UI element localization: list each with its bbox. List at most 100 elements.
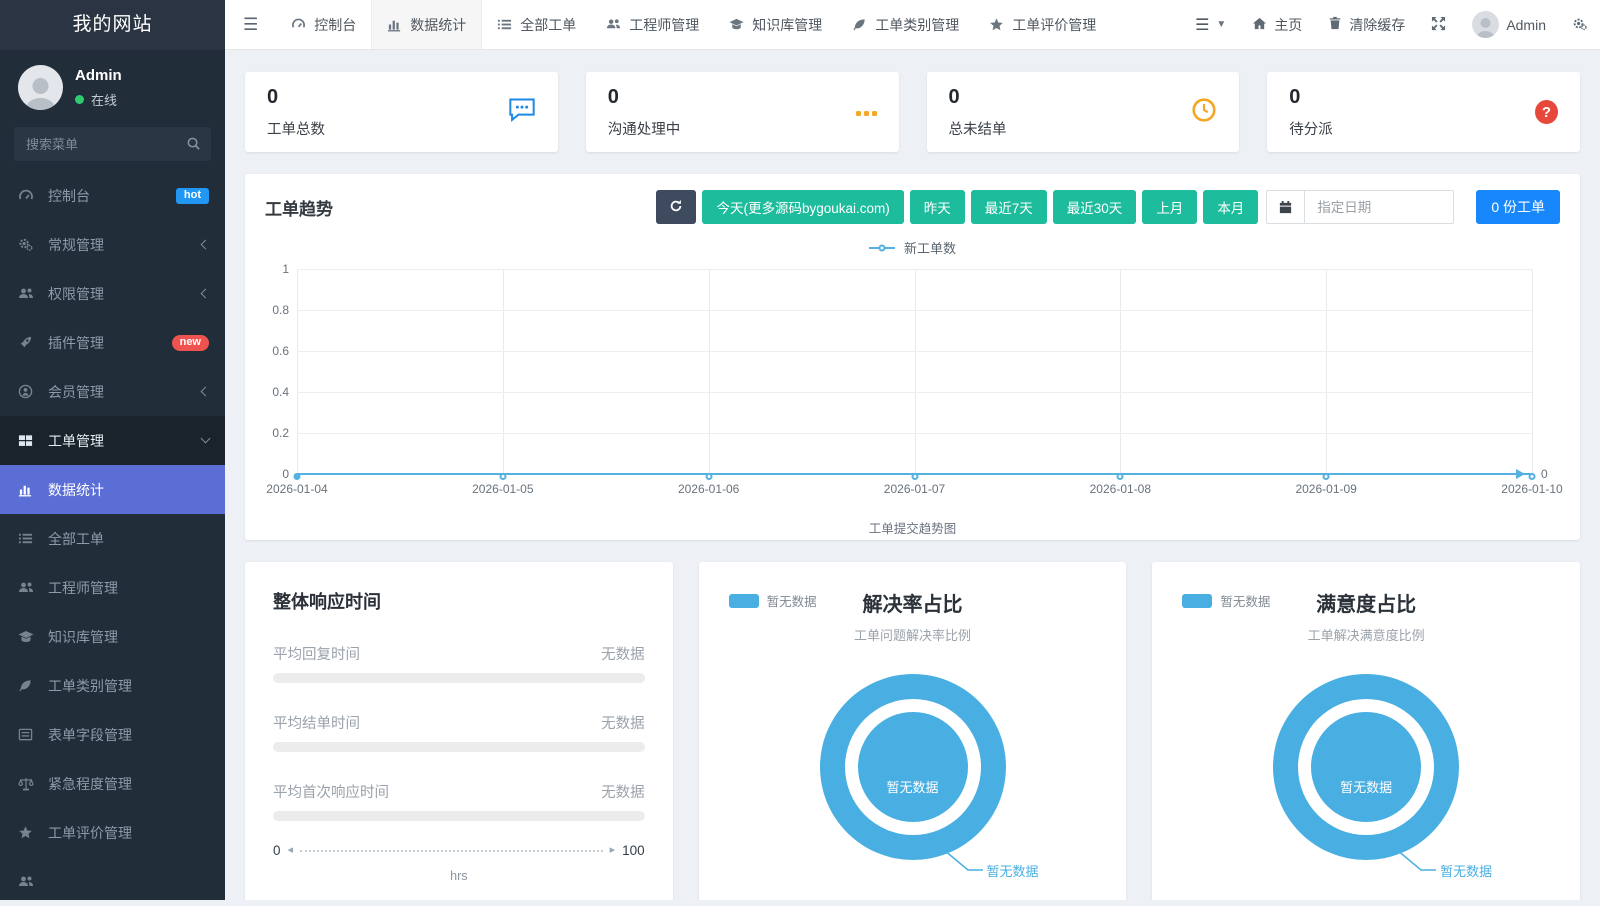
donut-legend[interactable]: 暂无数据: [729, 591, 817, 610]
settings-button[interactable]: [1559, 0, 1600, 49]
stat-card-processing[interactable]: 0 沟通处理中: [586, 72, 899, 152]
search-icon[interactable]: [186, 136, 201, 156]
user-menu[interactable]: Admin: [1459, 0, 1559, 49]
metric-value: 无数据: [601, 643, 645, 664]
data-point-marker[interactable]: [294, 473, 301, 480]
range-30days-button[interactable]: 最近30天: [1053, 190, 1137, 224]
bar-chart-icon: [387, 17, 402, 32]
data-point-marker[interactable]: [1529, 473, 1536, 480]
search-input[interactable]: [14, 127, 211, 161]
callout-line: [1273, 674, 1459, 884]
sidebar-subitem-statistics[interactable]: 数据统计: [0, 465, 225, 514]
stat-label: 沟通处理中: [608, 118, 681, 139]
tab-console[interactable]: 控制台: [276, 0, 371, 49]
sidebar-subitem-partial[interactable]: [0, 857, 225, 906]
list-icon: [497, 17, 512, 32]
tachometer-icon: [291, 17, 306, 32]
hamburger-icon[interactable]: ☰: [225, 0, 276, 49]
tab-reviews[interactable]: 工单评价管理: [974, 0, 1111, 49]
range-slider[interactable]: 0 ◂ ▸ 100: [273, 843, 645, 858]
sidebar-subitem-reviews[interactable]: 工单评价管理: [0, 808, 225, 857]
sidebar-item-general[interactable]: 常规管理: [0, 220, 225, 269]
date-input[interactable]: [1305, 191, 1453, 223]
sidebar-item-console[interactable]: 控制台 hot: [0, 171, 225, 220]
clear-cache-button[interactable]: 清除缓存: [1315, 0, 1418, 49]
avatar: [1472, 11, 1499, 38]
home-link[interactable]: 主页: [1239, 0, 1315, 49]
slider-left-arrow-icon[interactable]: ◂: [288, 845, 294, 856]
tachometer-icon: [16, 188, 35, 204]
data-point-marker[interactable]: [911, 473, 918, 480]
sidebar-item-permissions[interactable]: 权限管理: [0, 269, 225, 318]
range-thismonth-button[interactable]: 本月: [1203, 190, 1258, 224]
stat-value: 0: [267, 86, 325, 109]
tab-statistics[interactable]: 数据统计: [371, 0, 482, 49]
callout-label: 暂无数据: [987, 861, 1039, 880]
donut-chart[interactable]: 暂无数据 暂无数据: [1273, 674, 1459, 860]
tab-categories[interactable]: 工单类别管理: [837, 0, 974, 49]
sidebar-subitem-all-orders[interactable]: 全部工单: [0, 514, 225, 563]
refresh-button[interactable]: [656, 190, 696, 224]
stat-label: 总未结单: [949, 118, 1007, 139]
slider-right-arrow-icon[interactable]: ▸: [610, 845, 616, 856]
user-status: 在线: [91, 90, 117, 109]
end-value-label: 0: [1541, 467, 1548, 481]
tab-engineers[interactable]: 工程师管理: [591, 0, 714, 49]
donut-chart[interactable]: 暂无数据 暂无数据: [820, 674, 1006, 860]
range-yesterday-button[interactable]: 昨天: [910, 190, 965, 224]
metric-row: 平均结单时间无数据: [273, 712, 645, 752]
range-7days-button[interactable]: 最近7天: [971, 190, 1047, 224]
chevron-left-icon: [201, 387, 211, 397]
stat-card-unresolved[interactable]: 0 总未结单: [927, 72, 1240, 152]
sidebar-item-plugins[interactable]: 插件管理 new: [0, 318, 225, 367]
caret-down-icon: ▼: [1216, 19, 1226, 30]
sidebar-subitem-engineers[interactable]: 工程师管理: [0, 563, 225, 612]
range-lastmonth-button[interactable]: 上月: [1142, 190, 1197, 224]
sidebar-item-members[interactable]: 会员管理: [0, 367, 225, 416]
data-point-marker[interactable]: [705, 473, 712, 480]
stat-card-pending[interactable]: 0 待分派 ?: [1267, 72, 1580, 152]
online-dot-icon: [75, 95, 84, 104]
data-point-marker[interactable]: [1323, 473, 1330, 480]
callout-line: [820, 674, 1006, 884]
brand-title[interactable]: 我的网站: [0, 0, 225, 50]
ellipsis-icon: [853, 103, 877, 121]
response-time-panel: 整体响应时间 平均回复时间无数据 平均结单时间无数据 平均首次响应时间无数据 0…: [245, 562, 673, 900]
calendar-icon[interactable]: [1267, 191, 1305, 223]
question-icon: ?: [1535, 100, 1558, 124]
stat-value: 0: [949, 86, 1007, 109]
user-name: Admin: [75, 67, 122, 84]
sidebar-subitem-categories[interactable]: 工单类别管理: [0, 661, 225, 710]
trend-panel: 工单趋势 今天(更多源码bygoukai.com) 昨天 最近7天 最近30天 …: [245, 174, 1580, 540]
x-axis: 2026-01-04 2026-01-05 2026-01-06 2026-01…: [297, 482, 1532, 500]
list-icon: [16, 531, 35, 546]
sidebar-menu: 控制台 hot 常规管理 权限管理 插件管理 new 会员管理 工单管理: [0, 171, 225, 465]
avatar: [18, 65, 63, 110]
form-icon: [16, 727, 35, 742]
fullscreen-button[interactable]: [1418, 0, 1459, 49]
metric-value: 无数据: [601, 712, 645, 733]
tab-knowledge[interactable]: 知识库管理: [714, 0, 837, 49]
sidebar-item-workorders[interactable]: 工单管理: [0, 416, 225, 465]
range-today-button[interactable]: 今天(更多源码bygoukai.com): [702, 190, 903, 224]
user-circle-icon: [16, 384, 35, 399]
sidebar-subitem-urgency[interactable]: 紧急程度管理: [0, 759, 225, 808]
tab-all-orders[interactable]: 全部工单: [482, 0, 591, 49]
metric-row: 平均首次响应时间无数据: [273, 781, 645, 821]
sidebar-subitem-knowledge[interactable]: 知识库管理: [0, 612, 225, 661]
chart-legend[interactable]: 新工单数: [265, 238, 1560, 257]
data-point-marker[interactable]: [499, 473, 506, 480]
progress-bar: [273, 673, 645, 683]
order-count-button[interactable]: 0 份工单: [1476, 190, 1560, 224]
data-point-marker[interactable]: [1117, 473, 1124, 480]
gridline: [1532, 269, 1533, 474]
sidebar-subitem-form-fields[interactable]: 表单字段管理: [0, 710, 225, 759]
donut-legend[interactable]: 暂无数据: [1182, 591, 1270, 610]
new-badge: new: [172, 335, 209, 351]
legend-swatch-icon: [1182, 594, 1212, 608]
slider-track[interactable]: [300, 850, 603, 852]
stat-card-total[interactable]: 0 工单总数: [245, 72, 558, 152]
menu-dropdown[interactable]: ☰ ▼: [1182, 0, 1239, 49]
star-icon: [16, 825, 35, 840]
progress-bar: [273, 811, 645, 821]
